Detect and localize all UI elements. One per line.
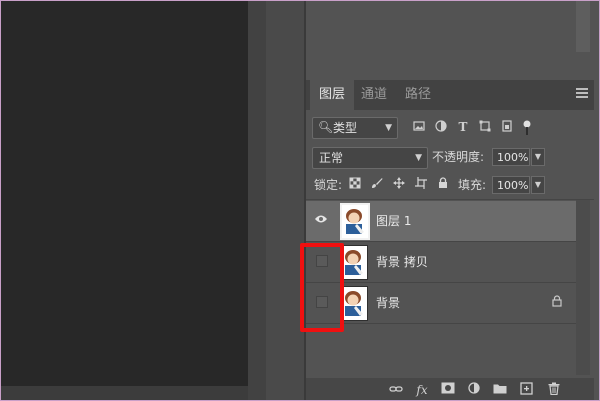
fx-icon[interactable]: fx: [414, 382, 430, 398]
new-group-icon[interactable]: [492, 382, 508, 398]
lock-move-icon[interactable]: [392, 177, 406, 191]
layer-filter-row: 🔍︎ 类型 ▼ T: [306, 115, 594, 143]
smart-object-filter-icon[interactable]: [500, 120, 514, 134]
link-layers-icon[interactable]: [388, 382, 404, 398]
layer-thumbnail: [340, 245, 368, 280]
layers-bottom-toolbar: fx: [306, 378, 594, 401]
layers-panel-tabs: 图层 通道 路径: [306, 80, 594, 110]
layer-name: 背景 拷贝: [376, 255, 428, 269]
chevron-down-icon: ▼: [415, 153, 422, 163]
upper-panel: [306, 0, 594, 78]
lock-label: 锁定:: [314, 178, 343, 192]
layers-scrollbar[interactable]: [576, 200, 590, 375]
lock-icon: [550, 295, 564, 309]
layer-thumbnail: [340, 286, 368, 321]
image-filter-icon[interactable]: [412, 120, 426, 134]
canvas-vertical-scrollbar[interactable]: [248, 0, 266, 401]
filter-kind-label: 类型: [333, 121, 358, 135]
eye-icon[interactable]: [314, 214, 328, 228]
fill-slider-toggle[interactable]: ▼: [531, 176, 545, 194]
trash-icon[interactable]: [546, 382, 562, 398]
adjustment-filter-icon[interactable]: [434, 120, 448, 134]
layer-row-background[interactable]: 背景: [306, 283, 576, 324]
lock-row: 锁定: 填充: 100% ▼: [306, 175, 594, 197]
chevron-down-icon: ▼: [385, 123, 392, 133]
lock-all-icon[interactable]: [436, 177, 450, 191]
lock-artboard-icon[interactable]: [414, 177, 428, 191]
opacity-label: 不透明度:: [432, 150, 485, 164]
add-mask-icon[interactable]: [440, 382, 456, 398]
fill-label: 填充:: [458, 178, 487, 192]
layer-row-background-copy[interactable]: 背景 拷贝: [306, 242, 576, 283]
layer-row-layer-1[interactable]: 图层 1: [306, 201, 576, 242]
layer-thumbnail: [340, 203, 370, 240]
tab-channels[interactable]: 通道: [354, 80, 394, 110]
text-filter-icon[interactable]: T: [456, 120, 470, 134]
panel-menu-icon[interactable]: [576, 88, 588, 100]
opacity-input[interactable]: 100%: [492, 148, 530, 166]
filter-toggle-icon[interactable]: [520, 120, 534, 135]
tab-paths[interactable]: 路径: [398, 80, 438, 110]
layer-name: 背景: [376, 296, 401, 310]
blend-mode-dropdown[interactable]: 正常 ▼: [312, 147, 428, 169]
layers-list-separator: [306, 199, 594, 200]
shape-filter-icon[interactable]: [478, 120, 492, 134]
filter-kind-dropdown[interactable]: 🔍︎ 类型 ▼: [312, 117, 398, 139]
fill-input[interactable]: 100%: [492, 176, 530, 194]
document-canvas[interactable]: [0, 0, 248, 386]
upper-panel-scrollbar[interactable]: [576, 0, 590, 52]
opacity-slider-toggle[interactable]: ▼: [531, 148, 545, 166]
panel-dock-gap: [266, 0, 304, 401]
visibility-highlight-box: [300, 243, 344, 332]
new-layer-icon[interactable]: [518, 382, 534, 398]
blend-row: 正常 ▼ 不透明度: 100% ▼: [306, 147, 594, 169]
lock-pixels-icon[interactable]: [348, 177, 362, 191]
layer-name: 图层 1: [376, 214, 412, 228]
blend-mode-value: 正常: [319, 151, 344, 165]
canvas-horizontal-scrollbar[interactable]: [0, 386, 248, 401]
search-icon: 🔍︎: [318, 120, 334, 134]
tab-layers[interactable]: 图层: [310, 80, 354, 110]
lock-paint-icon[interactable]: [370, 177, 384, 191]
adjustment-layer-icon[interactable]: [466, 382, 482, 398]
